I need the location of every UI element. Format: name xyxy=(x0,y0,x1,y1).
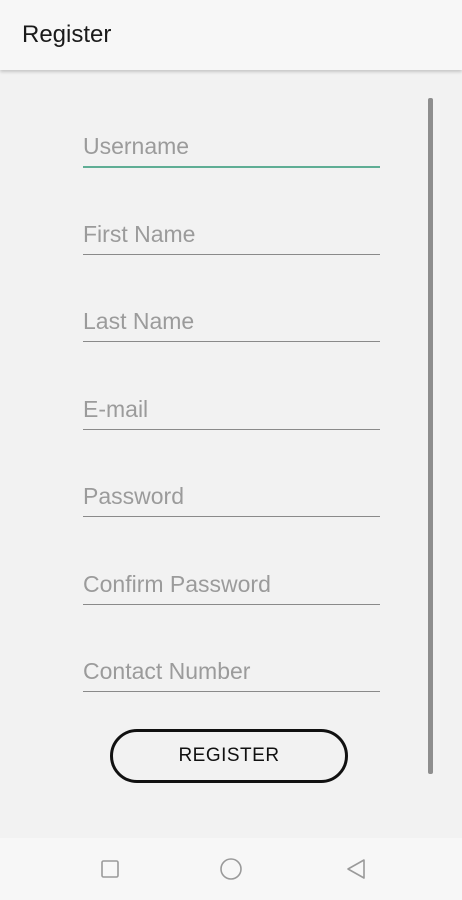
register-button[interactable]: REGISTER xyxy=(110,729,348,783)
first-name-field[interactable] xyxy=(83,218,380,255)
register-form: REGISTER xyxy=(0,70,462,838)
username-field[interactable] xyxy=(83,130,380,168)
password-field[interactable] xyxy=(83,480,380,517)
username-input[interactable] xyxy=(83,130,380,162)
page-title: Register xyxy=(22,21,112,48)
system-nav-bar xyxy=(0,838,462,900)
scrollbar[interactable] xyxy=(428,98,433,774)
back-button[interactable] xyxy=(343,856,369,882)
contact-number-input[interactable] xyxy=(83,655,380,687)
recent-apps-button[interactable] xyxy=(97,856,123,882)
email-field[interactable] xyxy=(83,393,380,430)
circle-icon xyxy=(220,858,242,880)
email-input[interactable] xyxy=(83,393,380,425)
register-button-label: REGISTER xyxy=(178,745,280,766)
home-button[interactable] xyxy=(218,856,244,882)
contact-number-field[interactable] xyxy=(83,655,380,692)
first-name-input[interactable] xyxy=(83,218,380,250)
triangle-back-icon xyxy=(347,859,365,879)
confirm-password-field[interactable] xyxy=(83,568,380,605)
password-input[interactable] xyxy=(83,480,380,512)
app-bar: Register xyxy=(0,0,462,70)
confirm-password-input[interactable] xyxy=(83,568,380,600)
last-name-input[interactable] xyxy=(83,305,380,337)
last-name-field[interactable] xyxy=(83,305,380,342)
square-icon xyxy=(101,860,119,878)
